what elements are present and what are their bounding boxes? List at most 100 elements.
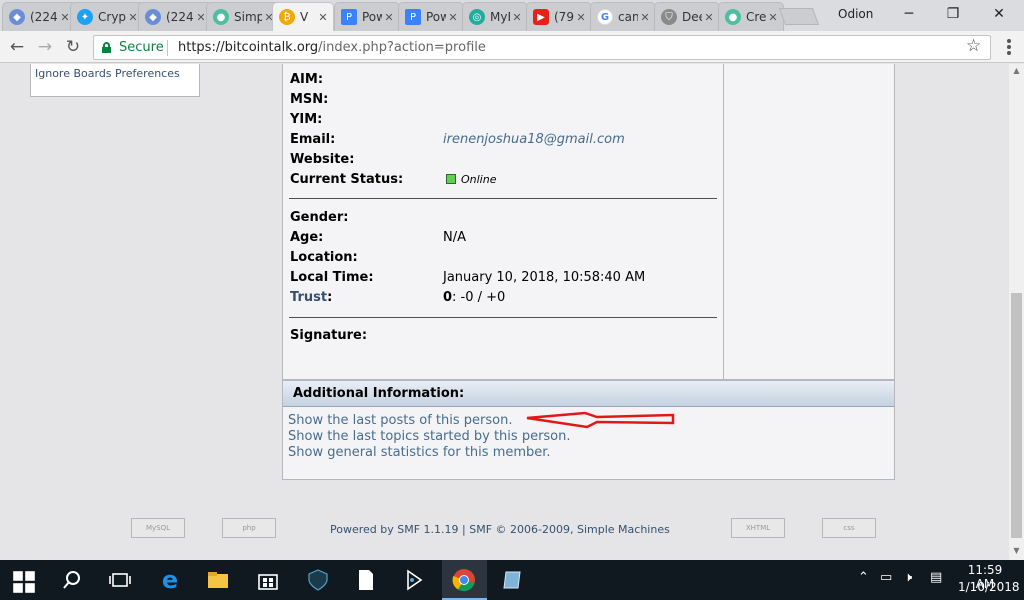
additional-information-header: Additional Information: bbox=[283, 381, 894, 407]
browser-tab[interactable]: ▶ (79) ✕ bbox=[526, 2, 592, 31]
tab-close-icon[interactable]: ✕ bbox=[510, 11, 524, 24]
tab-close-icon[interactable]: ✕ bbox=[638, 11, 652, 24]
page-scrollbar[interactable]: ▲ ▼ bbox=[1009, 64, 1024, 560]
trust-link[interactable]: Trust bbox=[290, 290, 327, 305]
url-path: /index.php?action=profile bbox=[318, 40, 486, 55]
php-badge-icon[interactable]: php bbox=[222, 518, 276, 538]
signature-label: Signature: bbox=[290, 328, 368, 343]
tab-title: Pow bbox=[426, 10, 446, 24]
powerpoint-p-icon: P bbox=[341, 9, 357, 25]
tab-close-icon[interactable]: ✕ bbox=[766, 11, 780, 24]
gender-label: Gender: bbox=[290, 210, 349, 225]
yim-label: YIM: bbox=[290, 112, 323, 127]
additional-information-title: Additional Information: bbox=[293, 386, 465, 401]
myetherwallet-icon: ◎ bbox=[469, 9, 485, 25]
back-arrow-icon[interactable]: ← bbox=[6, 36, 28, 58]
tab-title: V bbox=[300, 10, 309, 24]
new-tab-button[interactable] bbox=[778, 8, 820, 25]
tab-close-icon[interactable]: ✕ bbox=[382, 11, 396, 24]
hive-drop-icon: ◆ bbox=[9, 9, 25, 25]
url-host: https://bitcointalk.org bbox=[178, 40, 319, 55]
browser-tab[interactable]: ● Crea ✕ bbox=[718, 2, 784, 31]
tab-title: Cryp bbox=[98, 10, 126, 24]
scroll-up-arrow-icon[interactable]: ▲ bbox=[1009, 64, 1024, 78]
browser-profile-name[interactable]: Odion bbox=[838, 7, 873, 21]
chevron-up-icon[interactable]: ⌃ bbox=[858, 570, 869, 585]
browser-tab[interactable]: ✦ Cryp ✕ bbox=[70, 2, 144, 31]
website-label: Website: bbox=[290, 152, 355, 167]
restore-button[interactable]: ❐ bbox=[938, 4, 968, 24]
google-g-icon: G bbox=[597, 9, 613, 25]
valid-xhtml-badge-icon[interactable]: XHTML bbox=[731, 518, 785, 538]
browser-tab[interactable]: ◆ (224 ✕ bbox=[138, 2, 212, 31]
taskbar-clock-date[interactable]: 1/10/2018 bbox=[958, 580, 1020, 594]
browser-tab[interactable]: G can ✕ bbox=[590, 2, 656, 31]
trust-breakdown: : -0 / +0 bbox=[452, 290, 506, 305]
tab-title: MyE bbox=[490, 10, 510, 24]
mysql-badge-icon[interactable]: MySQL bbox=[131, 518, 185, 538]
minimize-button[interactable]: ─ bbox=[894, 4, 924, 24]
browser-tab-active[interactable]: ₿ V ✕ bbox=[272, 2, 334, 31]
browser-tab[interactable]: ◎ MyE ✕ bbox=[462, 2, 528, 31]
file-explorer-icon[interactable] bbox=[206, 568, 230, 592]
browser-tab-strip: ◆ (224 ✕ ✦ Cryp ✕ ◆ (224 ✕ ● Simp ✕ ₿ V … bbox=[0, 0, 1024, 31]
tab-close-icon[interactable]: ✕ bbox=[446, 11, 460, 24]
tab-close-icon[interactable]: ✕ bbox=[574, 11, 588, 24]
steemit-icon: ● bbox=[725, 9, 741, 25]
windows-start-icon[interactable] bbox=[12, 570, 36, 594]
bitcoin-icon: ₿ bbox=[279, 9, 295, 25]
browser-tab[interactable]: P Pow ✕ bbox=[334, 2, 400, 31]
edge-browser-icon[interactable]: e bbox=[158, 568, 182, 592]
reload-icon[interactable]: ↻ bbox=[62, 36, 84, 58]
tab-title: Crea bbox=[746, 10, 766, 24]
ignore-boards-preferences-link[interactable]: Ignore Boards Preferences bbox=[35, 67, 180, 80]
network-icon[interactable]: ▭ bbox=[880, 570, 892, 585]
close-window-button[interactable]: ✕ bbox=[984, 4, 1014, 24]
tab-title: Simp bbox=[234, 10, 262, 24]
age-label: Age: bbox=[290, 230, 324, 245]
tab-title: Pow bbox=[362, 10, 382, 24]
show-statistics-link[interactable]: Show general statistics for this member. bbox=[288, 445, 551, 460]
task-view-icon[interactable] bbox=[108, 568, 132, 592]
browser-tab[interactable]: ◆ (224 ✕ bbox=[2, 2, 76, 31]
browser-toolbar: ← → ↻ Secure https://bitcointalk.org/ind… bbox=[0, 31, 1024, 63]
trust-value: 0: -0 / +0 bbox=[443, 290, 505, 305]
page-footer: MySQL php Powered by SMF 1.1.19 | SMF © … bbox=[0, 512, 1009, 552]
tab-title: can bbox=[618, 10, 638, 24]
browser-tab[interactable]: P Pow ✕ bbox=[398, 2, 464, 31]
search-icon[interactable] bbox=[60, 568, 84, 592]
document-icon[interactable] bbox=[354, 568, 378, 592]
powered-by-text[interactable]: Powered by SMF 1.1.19 | SMF © 2006-2009,… bbox=[330, 523, 670, 536]
url-text[interactable]: https://bitcointalk.org/index.php?action… bbox=[178, 40, 486, 55]
online-status-icon bbox=[446, 173, 456, 184]
browser-menu-icon[interactable] bbox=[1001, 37, 1017, 57]
email-value[interactable]: irenenjoshua18@gmail.com bbox=[443, 132, 625, 147]
store-icon[interactable] bbox=[256, 568, 280, 592]
browser-tab[interactable]: ● Simp ✕ bbox=[206, 2, 280, 31]
profile-info-panel: AIM: MSN: YIM: Email: irenenjoshua18@gma… bbox=[282, 64, 895, 380]
notepad-app-icon[interactable] bbox=[500, 568, 524, 592]
shield-app-icon[interactable] bbox=[306, 568, 330, 592]
steemit-icon: ● bbox=[213, 9, 229, 25]
notifications-icon[interactable]: ▤ bbox=[930, 570, 942, 585]
browser-tab[interactable]: ⛉ Deep ✕ bbox=[654, 2, 720, 31]
forward-arrow-icon[interactable]: → bbox=[34, 36, 56, 58]
bookmark-star-icon[interactable]: ☆ bbox=[966, 36, 981, 56]
show-last-topics-link[interactable]: Show the last topics started by this per… bbox=[288, 429, 571, 444]
show-last-posts-link[interactable]: Show the last posts of this person. bbox=[288, 413, 512, 428]
windows-taskbar: e ⌃ ▭ 🕨 ▤ 11:59 AM 1/10/2018 bbox=[0, 560, 1024, 600]
tab-close-icon[interactable]: ✕ bbox=[316, 11, 330, 24]
lock-icon bbox=[102, 42, 111, 53]
media-player-icon[interactable] bbox=[402, 568, 426, 592]
address-bar[interactable]: Secure https://bitcointalk.org/index.php… bbox=[93, 35, 991, 60]
tab-close-icon[interactable]: ✕ bbox=[702, 11, 716, 24]
valid-css-badge-icon[interactable]: css bbox=[822, 518, 876, 538]
volume-icon[interactable]: 🕨 bbox=[904, 570, 912, 585]
address-divider bbox=[167, 40, 168, 56]
chrome-icon[interactable] bbox=[452, 568, 476, 592]
email-label: Email: bbox=[290, 132, 336, 147]
trust-label-row: Trust: bbox=[290, 290, 332, 305]
scrollbar-thumb[interactable] bbox=[1011, 293, 1022, 538]
scroll-down-arrow-icon[interactable]: ▼ bbox=[1009, 544, 1024, 558]
local-time-value: January 10, 2018, 10:58:40 AM bbox=[443, 270, 646, 285]
